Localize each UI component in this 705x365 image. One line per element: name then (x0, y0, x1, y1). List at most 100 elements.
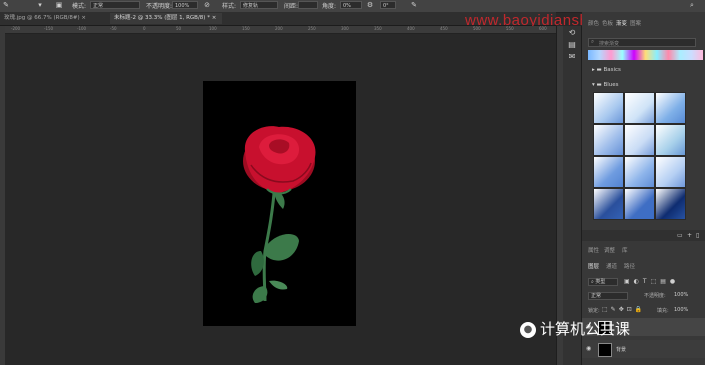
tool-preset-icon[interactable]: ✎ (2, 1, 10, 9)
tab-libraries[interactable]: 库 (622, 246, 628, 254)
search-icon: ⌕ (591, 39, 595, 45)
blues-gradient-grid (593, 92, 686, 220)
add-icon[interactable]: + (687, 232, 692, 239)
opacity-label: 不透明度: (644, 293, 666, 299)
vertical-scrollbar[interactable] (556, 26, 563, 365)
brush-settings-icon[interactable]: ▾ (36, 1, 44, 9)
gradient-swatch[interactable] (593, 124, 624, 156)
trash-icon[interactable]: ▯ (696, 232, 699, 239)
tab-color[interactable]: 颜色 (588, 19, 599, 27)
history-icon[interactable]: ⟲ (567, 28, 577, 38)
gradient-swatch[interactable] (593, 92, 624, 124)
fill-label: 填充: (657, 308, 669, 314)
ruler-tick-label: 400 (407, 26, 415, 31)
gradient-swatch[interactable] (593, 156, 624, 188)
style-select[interactable]: 修复轨 (240, 1, 278, 9)
ruler-tick-label: 500 (473, 26, 481, 31)
gradient-swatch[interactable] (655, 92, 686, 124)
tab-label: 玫瑰.jpg @ 66.7% (RGB/8#) (4, 15, 80, 21)
tab-adjustments[interactable]: 调整 (604, 246, 615, 254)
brush-panel-icon[interactable]: ▣ (55, 1, 63, 9)
right-panel: 颜色 色板 渐变 图案 ⌕ 搜索渐变 ▸ ▬ Basics ▾ ▬ Blues … (582, 12, 705, 365)
tab-label: 未标题-2 @ 33.3% (图层 1, RGB/8) * (114, 15, 210, 21)
gradient-swatch[interactable] (655, 156, 686, 188)
ruler-tick-label: 350 (374, 26, 382, 31)
opacity-label: 不透明度: (146, 3, 173, 10)
extra-input[interactable]: 0° (380, 1, 396, 9)
ruler-tick-label: 150 (242, 26, 250, 31)
tab-gradients[interactable]: 渐变 (616, 19, 627, 27)
smoothing-icon[interactable]: ⚙ (366, 1, 374, 9)
symmetry-icon[interactable]: ✎ (410, 1, 418, 9)
ruler-tick-label: -200 (11, 26, 21, 31)
layer-thumbnail (598, 343, 612, 357)
gradient-swatch[interactable] (624, 124, 655, 156)
folder-blues[interactable]: ▾ ▬ Blues (592, 82, 705, 88)
opacity-value[interactable]: 100% (674, 292, 688, 298)
folder-basics[interactable]: ▸ ▬ Basics (592, 67, 705, 73)
ruler-tick-label: -150 (44, 26, 54, 31)
layer-kind-filter[interactable]: ⌕ 类型 (588, 278, 618, 286)
gradient-swatch[interactable] (655, 188, 686, 220)
brand-text: 计算机公共课 (540, 320, 631, 338)
angle-input[interactable]: 0% (340, 1, 362, 9)
horizontal-ruler[interactable]: -200 -150 -100 -50 0 50 100 150 200 250 300 350 400 4… (5, 26, 556, 34)
layer-filter-icons[interactable]: ▣◐T⬚▤● (624, 278, 679, 285)
ruler-tick-label: 0 (143, 26, 146, 31)
ruler-tick-label: 600 (539, 26, 547, 31)
ruler-tick-label: 100 (209, 26, 217, 31)
gradient-swatch[interactable] (624, 188, 655, 220)
ruler-tick-label: 550 (506, 26, 514, 31)
ruler-tick-label: 200 (275, 26, 283, 31)
tab-channels[interactable]: 通道 (606, 262, 617, 270)
style-label: 样式: (222, 3, 237, 10)
folder-add-icon[interactable]: ▭ (677, 232, 683, 239)
tab-paths[interactable]: 路径 (624, 262, 635, 270)
ruler-tick-label: 250 (308, 26, 316, 31)
blend-mode-select[interactable]: 正常 (588, 292, 628, 300)
ruler-tick-label: -100 (77, 26, 87, 31)
gradient-search-input[interactable]: ⌕ 搜索渐变 (588, 38, 696, 47)
tab-rose-jpg[interactable]: 玫瑰.jpg @ 66.7% (RGB/8#) × (0, 13, 108, 24)
tab-patterns[interactable]: 图案 (630, 19, 641, 27)
fill-value[interactable]: 100% (674, 307, 688, 313)
gradient-preview-row[interactable] (588, 50, 703, 60)
canvas-area[interactable] (5, 34, 556, 365)
layer-row-background[interactable]: ◉ 背景 (582, 340, 705, 358)
tab-properties[interactable]: 属性 (588, 246, 599, 254)
opacity-input[interactable]: 100% (172, 1, 198, 9)
folder-icon: ▸ ▬ (592, 67, 602, 73)
mode-label: 模式: (72, 3, 87, 10)
gradient-swatch[interactable] (624, 156, 655, 188)
spacing-label: 间距: (284, 3, 299, 10)
gradient-swatch[interactable] (624, 92, 655, 124)
spacing-input[interactable] (298, 1, 318, 9)
angle-label: 角度: (322, 3, 337, 10)
ruler-tick-label: 450 (440, 26, 448, 31)
ruler-tick-label: 300 (341, 26, 349, 31)
properties-icon[interactable]: ▤ (567, 40, 577, 50)
gradient-swatch[interactable] (593, 188, 624, 220)
tab-untitled-2[interactable]: 未标题-2 @ 33.3% (图层 1, RGB/8) * × (110, 13, 222, 24)
brand-overlay: ● 计算机公共课 (520, 318, 630, 339)
folder-label: Basics (603, 67, 621, 73)
search-icon: ⌕ (591, 279, 594, 285)
tab-swatches[interactable]: 色板 (602, 19, 613, 27)
visibility-eye-icon[interactable]: ◉ (586, 345, 591, 352)
lock-label: 锁定: (588, 308, 600, 314)
search-icon[interactable]: ⌕ (688, 1, 696, 9)
rose-image (243, 126, 316, 303)
kind-label: 类型 (595, 279, 606, 285)
tab-layers[interactable]: 图层 (588, 262, 599, 270)
lock-icons[interactable]: ⬚✎✥⊡🔒 (602, 306, 645, 313)
ruler-tick-label: -50 (110, 26, 117, 31)
wechat-icon: ● (520, 321, 536, 338)
panel-icon-strip: ⟲ ▤ ✉ (563, 26, 582, 365)
comments-icon[interactable]: ✉ (567, 52, 577, 62)
pressure-opacity-icon[interactable]: ⊘ (203, 1, 211, 9)
artboard-image[interactable] (203, 81, 356, 326)
search-placeholder: 搜索渐变 (599, 41, 620, 47)
gradient-swatch[interactable] (655, 124, 686, 156)
mode-select[interactable]: 正常 (90, 1, 140, 9)
layer-name: 背景 (616, 347, 627, 353)
